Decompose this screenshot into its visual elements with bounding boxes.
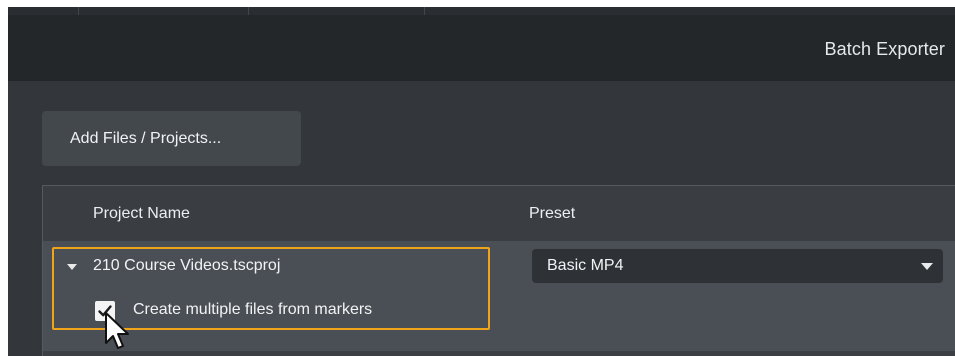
projects-table: Project Name Preset 210 Course Videos.ts… <box>42 185 955 356</box>
title-bar: Batch Exporter <box>8 15 955 81</box>
expand-arrow-icon[interactable] <box>67 264 77 270</box>
mouse-pointer-icon <box>105 312 129 349</box>
window-title: Batch Exporter <box>824 39 945 59</box>
column-header-project-name: Project Name <box>93 205 190 222</box>
table-header: Project Name Preset <box>43 186 955 241</box>
batch-exporter-window: Batch Exporter Add Files / Projects... P… <box>8 7 955 356</box>
preset-selected-value: Basic MP4 <box>547 257 624 274</box>
column-header-preset: Preset <box>529 205 576 222</box>
top-strip-segment <box>8 7 79 15</box>
preset-dropdown[interactable]: Basic MP4 <box>532 249 943 283</box>
top-tab-strip <box>8 7 955 15</box>
top-strip-segment <box>78 7 249 15</box>
create-multiple-files-label[interactable]: Create multiple files from markers <box>133 301 372 319</box>
top-strip-segment <box>248 7 425 15</box>
project-name: 210 Course Videos.tscproj <box>93 257 281 274</box>
chevron-down-icon <box>921 263 933 270</box>
add-files-projects-button[interactable]: Add Files / Projects... <box>42 111 301 166</box>
table-row[interactable]: 210 Course Videos.tscproj Create multipl… <box>43 241 955 356</box>
row-footer <box>43 351 955 356</box>
